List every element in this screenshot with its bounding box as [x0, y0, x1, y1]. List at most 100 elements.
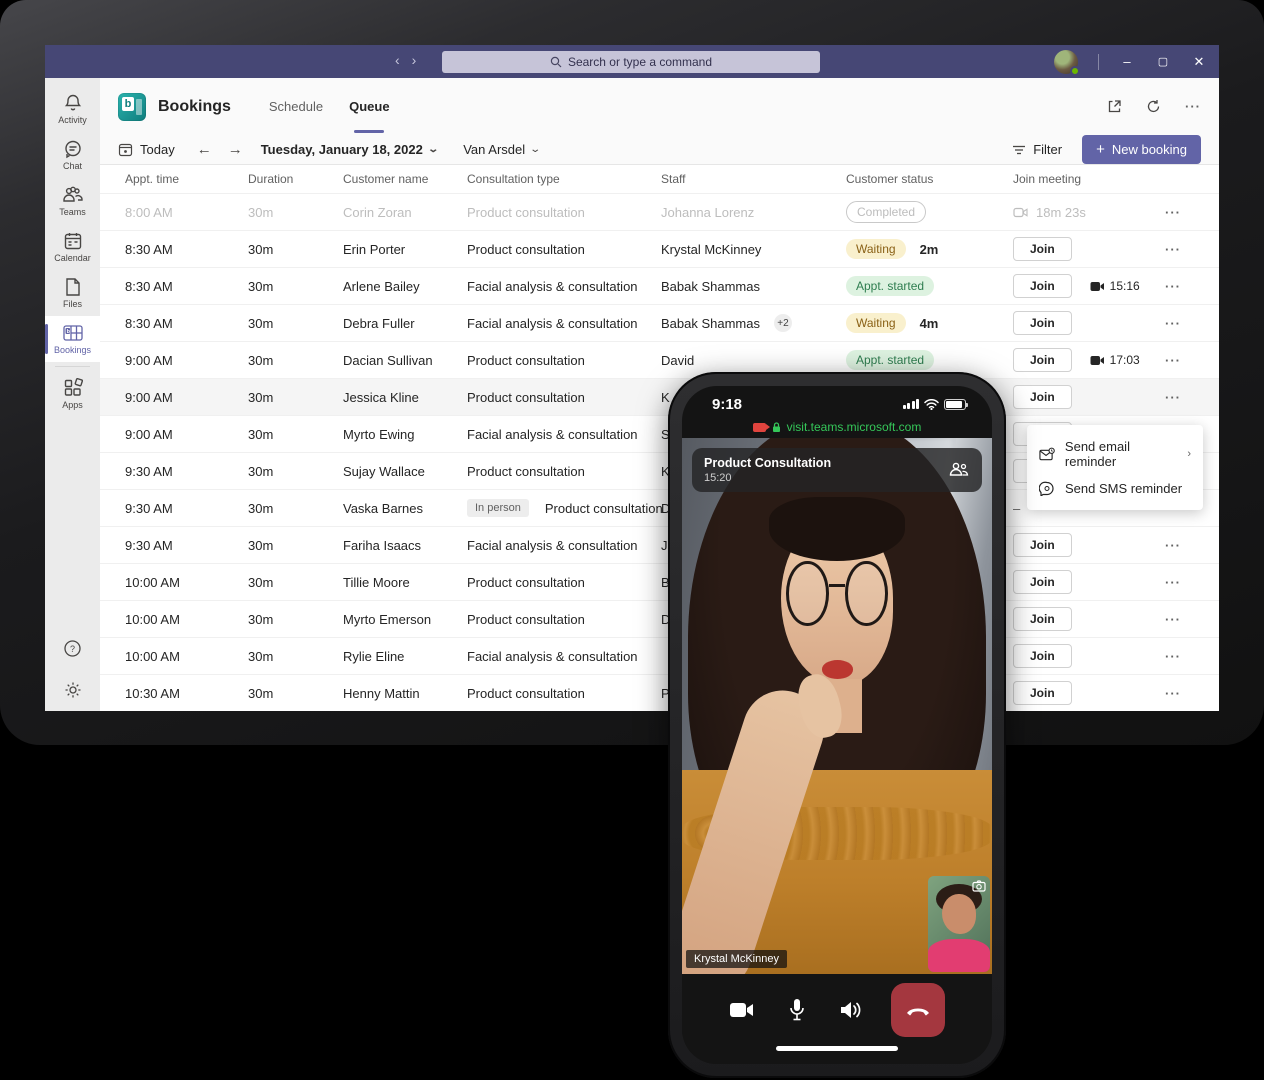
header-more-icon[interactable]: ··· [1185, 99, 1201, 114]
table-row[interactable]: 9:00 AM30mJessica KlineProduct consultat… [100, 378, 1219, 415]
tab-schedule[interactable]: Schedule [269, 78, 323, 135]
appt-duration: 30m [248, 575, 343, 590]
nav-forward-icon[interactable]: › [412, 52, 417, 68]
row-more-icon[interactable]: ··· [1165, 649, 1219, 664]
row-more-icon[interactable]: ··· [1165, 390, 1219, 405]
appt-time: 9:30 AM [125, 501, 248, 516]
today-button[interactable]: Today [118, 142, 175, 157]
column-header: Join meeting [1013, 172, 1165, 186]
speaker-icon[interactable] [839, 1000, 863, 1020]
sidebar-item-chat[interactable]: Chat [45, 132, 100, 178]
join-button[interactable]: Join [1013, 274, 1072, 298]
email-reminder-icon [1039, 447, 1055, 462]
row-more-icon[interactable]: ··· [1165, 205, 1219, 220]
sidebar-item-settings[interactable] [45, 669, 100, 711]
customer-name: Arlene Bailey [343, 279, 467, 294]
sidebar-item-bookings[interactable]: bBookings [45, 316, 100, 362]
extra-staff-badge[interactable]: +2 [774, 314, 792, 332]
sidebar-item-calendar[interactable]: Calendar [45, 224, 100, 270]
sidebar-item-label: Bookings [54, 345, 91, 355]
join-button[interactable]: Join [1013, 385, 1072, 409]
microphone-icon[interactable] [789, 998, 805, 1022]
table-row[interactable]: 8:30 AM30mErin PorterProduct consultatio… [100, 230, 1219, 267]
search-input[interactable]: Search or type a command [442, 51, 820, 73]
row-more-icon[interactable]: ··· [1165, 612, 1219, 627]
row-more-icon[interactable]: ··· [1165, 538, 1219, 553]
menu-item-send-email-reminder[interactable]: Send email reminder › [1027, 433, 1203, 475]
table-row[interactable]: 10:00 AM30mTillie MooreProduct consultat… [100, 563, 1219, 600]
chat-icon [63, 139, 83, 159]
join-button[interactable]: Join [1013, 348, 1072, 372]
row-more-icon[interactable]: ··· [1165, 242, 1219, 257]
minimize-button[interactable]: – [1119, 54, 1135, 69]
join-button[interactable]: Join [1013, 533, 1072, 557]
join-button[interactable]: Join [1013, 237, 1072, 261]
appt-duration: 30m [248, 649, 343, 664]
chevron-down-icon: ⌄ [427, 144, 439, 155]
consultation-type: Product consultation [467, 353, 585, 368]
row-more-icon[interactable]: ··· [1165, 316, 1219, 331]
phone-status-bar: 9:18 [682, 386, 992, 416]
row-more-icon[interactable]: ··· [1165, 575, 1219, 590]
maximize-button[interactable]: ▢ [1155, 55, 1171, 68]
column-header: Staff [661, 172, 846, 186]
participants-icon[interactable] [948, 461, 970, 479]
join-button[interactable]: Join [1013, 607, 1072, 631]
video-camera-icon[interactable] [729, 1001, 755, 1019]
table-row[interactable]: 10:30 AM30mHenny MattinProduct consultat… [100, 674, 1219, 711]
row-more-icon[interactable]: ··· [1165, 353, 1219, 368]
join-button[interactable]: Join [1013, 644, 1072, 668]
join-button[interactable]: Join [1013, 570, 1072, 594]
consultation-type: Product consultation [467, 390, 585, 405]
table-row[interactable]: 8:30 AM30mArlene BaileyFacial analysis &… [100, 267, 1219, 304]
date-picker[interactable]: Tuesday, January 18, 2022 ⌄ [261, 142, 438, 157]
prev-day-arrow[interactable]: ← [197, 141, 212, 158]
sidebar-item-apps[interactable]: Apps [45, 371, 100, 417]
table-row[interactable]: 8:00 AM30mCorin ZoranProduct consultatio… [100, 193, 1219, 230]
sidebar-item-teams[interactable]: Teams [45, 178, 100, 224]
join-button[interactable]: Join [1013, 311, 1072, 335]
phone-url-bar[interactable]: visit.teams.microsoft.com [682, 416, 992, 438]
table-row[interactable]: 9:00 AM30mDacian SullivanProduct consult… [100, 341, 1219, 378]
status-badge: Waiting [846, 313, 906, 333]
customer-name: Dacian Sullivan [343, 353, 467, 368]
open-in-new-icon[interactable] [1107, 99, 1122, 114]
table-row[interactable]: 10:00 AM30mMyrto EmersonProduct consulta… [100, 600, 1219, 637]
phone-device: 9:18 visit.teams.microsoft.com [668, 372, 1006, 1078]
table-row[interactable]: 8:30 AM30mDebra FullerFacial analysis & … [100, 304, 1219, 341]
column-header: Customer status [846, 172, 1013, 186]
apps-icon [63, 378, 83, 398]
consultation-type: Facial analysis & consultation [467, 316, 638, 331]
table-row[interactable]: 10:00 AM30mRylie ElineFacial analysis & … [100, 637, 1219, 674]
close-button[interactable]: ✕ [1191, 54, 1207, 70]
home-indicator[interactable] [682, 1046, 992, 1064]
row-more-icon[interactable]: ··· [1165, 686, 1219, 701]
appt-time: 8:00 AM [125, 205, 248, 220]
wifi-icon [924, 399, 939, 410]
sidebar-item-help[interactable]: ? [45, 627, 100, 669]
refresh-icon[interactable] [1146, 99, 1161, 114]
tab-queue[interactable]: Queue [349, 78, 389, 135]
call-ended-camera-icon [1013, 207, 1028, 218]
hang-up-button[interactable] [891, 983, 945, 1037]
call-elapsed-time: 15:20 [704, 472, 831, 484]
self-view[interactable] [928, 876, 990, 972]
new-booking-button[interactable]: + New booking [1082, 135, 1201, 164]
sidebar-item-files[interactable]: Files [45, 270, 100, 316]
flip-camera-icon[interactable] [972, 880, 986, 892]
row-more-icon[interactable]: ··· [1165, 279, 1219, 294]
user-avatar[interactable] [1054, 50, 1078, 74]
self-face [942, 894, 976, 934]
appt-time: 8:30 AM [125, 316, 248, 331]
menu-item-send-sms-reminder[interactable]: Send SMS reminder [1027, 475, 1203, 502]
submenu-chevron-icon: › [1187, 448, 1191, 460]
org-selector[interactable]: Van Arsdel ⌄ [463, 142, 539, 157]
nav-back-icon[interactable]: ‹ [395, 52, 400, 68]
appt-duration: 30m [248, 427, 343, 442]
staff-name: Krystal McKinney [661, 242, 761, 257]
sidebar-item-activity[interactable]: Activity [45, 86, 100, 132]
table-row[interactable]: 9:30 AM30mFariha IsaacsFacial analysis &… [100, 526, 1219, 563]
filter-button[interactable]: Filter [1012, 142, 1062, 157]
next-day-arrow[interactable]: → [228, 141, 243, 158]
join-button[interactable]: Join [1013, 681, 1072, 705]
